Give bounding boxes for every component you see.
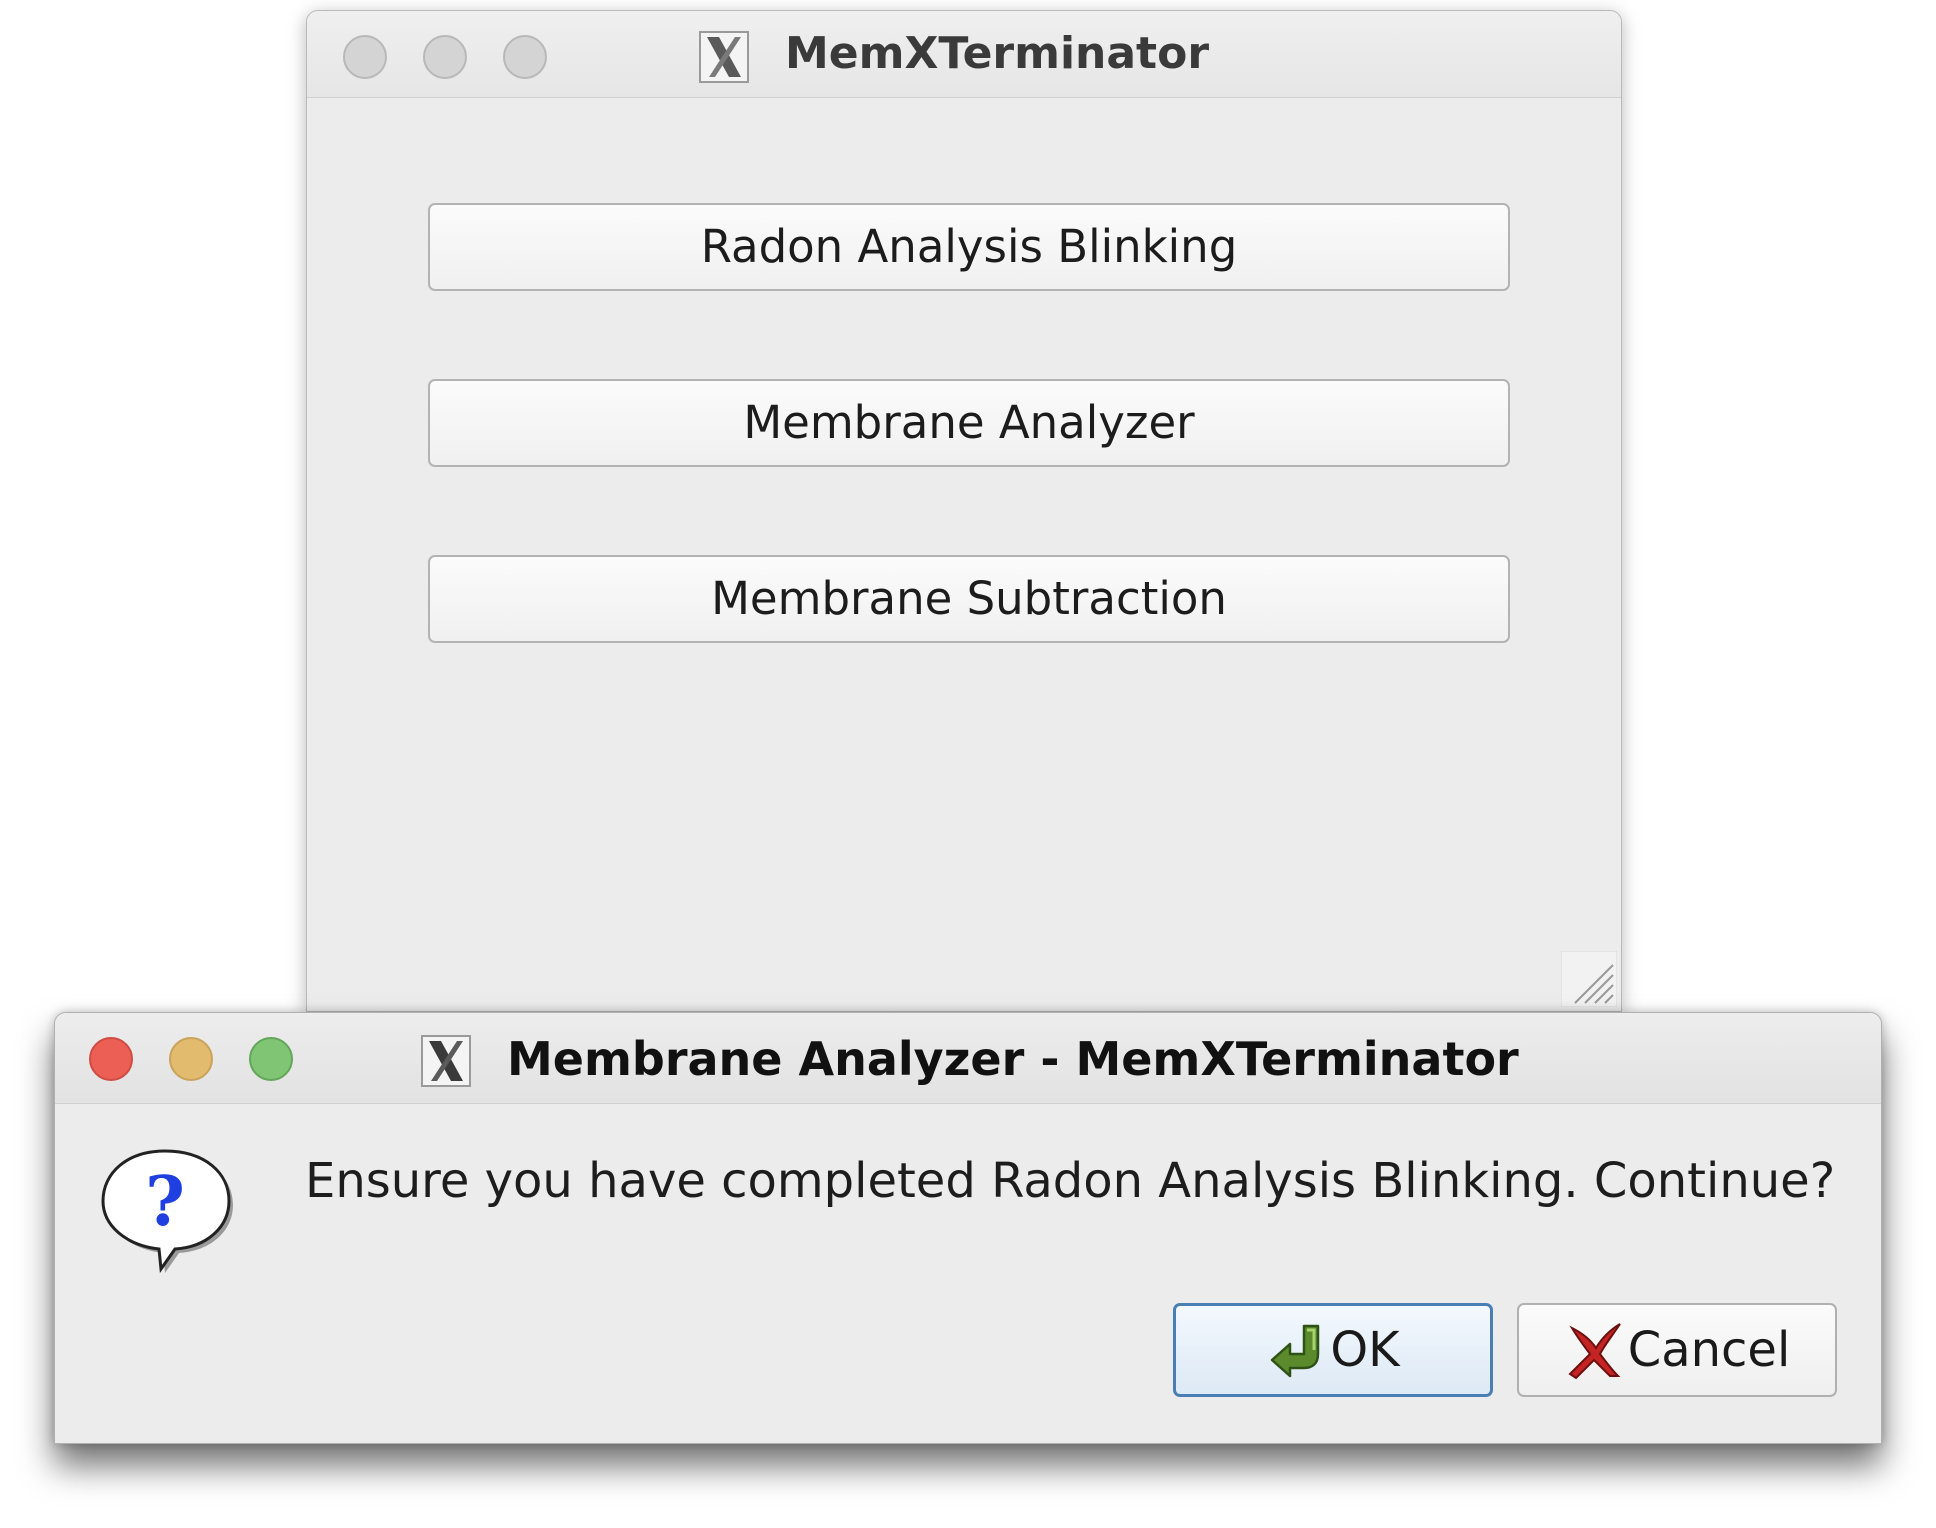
main-window: MemXTerminator Radon Analysis Blinking M…	[306, 10, 1622, 1012]
minimize-button-inactive[interactable]	[423, 35, 467, 79]
svg-text:?: ?	[145, 1162, 185, 1242]
membrane-subtraction-button[interactable]: Membrane Subtraction	[428, 555, 1510, 643]
return-arrow-icon	[1271, 1324, 1320, 1378]
close-button-inactive[interactable]	[343, 35, 387, 79]
main-window-title: MemXTerminator	[785, 28, 1210, 79]
zoom-button-inactive[interactable]	[503, 35, 547, 79]
close-button[interactable]	[89, 1037, 133, 1081]
membrane-analyzer-button[interactable]: Membrane Analyzer	[428, 379, 1510, 467]
red-x-icon	[1568, 1323, 1621, 1380]
radon-analysis-blinking-button[interactable]: Radon Analysis Blinking	[428, 203, 1510, 291]
ok-button[interactable]: OK	[1173, 1303, 1493, 1397]
cancel-button-label: Cancel	[1627, 1322, 1791, 1378]
cancel-button[interactable]: Cancel	[1517, 1303, 1837, 1397]
zoom-button[interactable]	[249, 1037, 293, 1081]
x11-app-icon	[421, 1035, 471, 1087]
resize-grip-icon[interactable]	[1561, 951, 1617, 1007]
main-titlebar[interactable]: MemXTerminator	[307, 11, 1621, 98]
minimize-button[interactable]	[169, 1037, 213, 1081]
dialog-title: Membrane Analyzer - MemXTerminator	[507, 1032, 1519, 1086]
dialog-message: Ensure you have completed Radon Analysis…	[305, 1153, 1836, 1209]
ok-button-label: OK	[1330, 1322, 1400, 1378]
question-icon: ?	[101, 1149, 233, 1274]
x11-app-icon	[699, 31, 749, 83]
dialog-titlebar[interactable]: Membrane Analyzer - MemXTerminator	[55, 1013, 1881, 1104]
confirm-dialog: Membrane Analyzer - MemXTerminator ? Ens…	[54, 1012, 1882, 1444]
